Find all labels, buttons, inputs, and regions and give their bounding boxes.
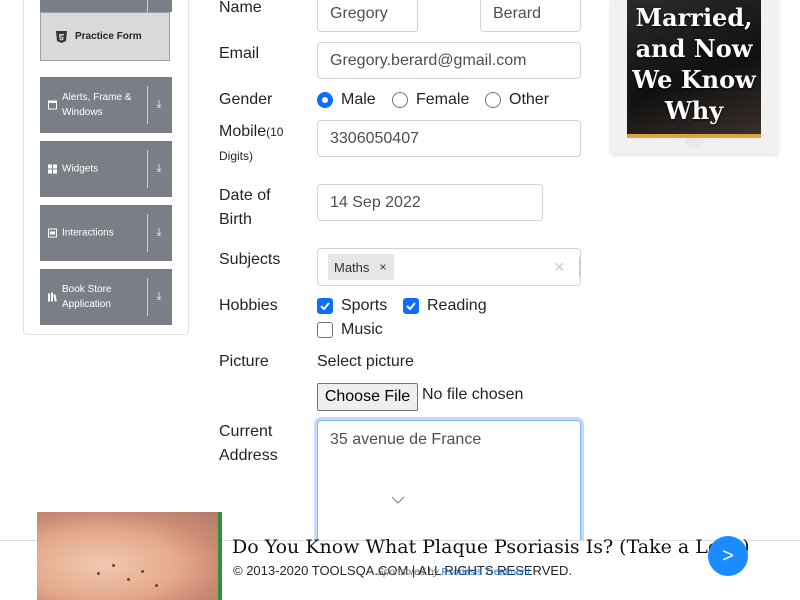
sidebar-group-label: Alerts, Frame & Windows (62, 92, 132, 118)
subject-chip-label: Maths (334, 259, 370, 275)
spot (141, 570, 144, 573)
divider (147, 86, 148, 124)
checkbox-label: Music (341, 321, 383, 338)
sidebar-group-label: Interactions (62, 227, 114, 239)
sidebar-group-alerts[interactable]: Alerts, Frame & Windows ⤓ (40, 77, 172, 133)
sidebar-group-book-store[interactable]: Book Store Application ⤓ (40, 269, 172, 325)
gender-female-option[interactable]: Female (392, 88, 469, 112)
bottom-ad-headline[interactable]: Do You Know What Plaque Psoriasis Is? (T… (232, 536, 750, 558)
select-picture-label: Select picture (317, 353, 414, 370)
divider (147, 214, 148, 252)
email-input[interactable]: Gregory.berard@gmail.com (317, 42, 581, 79)
sidebar-group-label: Widgets (62, 163, 99, 175)
ad-photo (37, 512, 222, 600)
spot (155, 584, 158, 587)
spot (112, 564, 115, 567)
books-icon (48, 292, 57, 302)
first-name-input[interactable]: Gregory (317, 0, 418, 32)
sidebar-group-label: Book Store Application (62, 284, 112, 310)
subjects-label: Subjects (219, 251, 281, 268)
picture-label: Picture (219, 353, 269, 370)
checkbox-label: Reading (427, 297, 487, 314)
page: Practice Form Alerts, Frame & Windows ⤓ … (0, 0, 800, 600)
sidebar-group-widgets[interactable]: Widgets ⤓ (40, 141, 172, 197)
checkbox-label: Sports (341, 297, 388, 314)
divider (218, 512, 222, 600)
last-name-input[interactable]: Berard (480, 0, 581, 32)
divider (579, 257, 580, 277)
checkbox-reading[interactable] (403, 298, 419, 314)
checkbox-music[interactable] (317, 322, 333, 338)
sidebar-item-practice-form[interactable]: Practice Form (40, 12, 170, 61)
ad-headline: Married, and Now We Know Why (632, 3, 756, 125)
window-icon (48, 100, 57, 110)
grid-icon (48, 164, 57, 174)
address-label: Current Address (219, 423, 278, 464)
gender-label: Gender (219, 91, 273, 108)
download-arrow-icon[interactable]: ⤓ (152, 291, 166, 304)
checkbox-sports[interactable] (317, 298, 333, 314)
bottom-ad-image[interactable] (37, 512, 222, 600)
divider (147, 150, 148, 188)
sidebar-item-label: Practice Form (75, 31, 142, 42)
download-arrow-icon[interactable]: ⤓ (152, 227, 166, 240)
subjects-input[interactable]: Maths × × (317, 248, 581, 286)
mobile-label: Mobile(10 Digits) (219, 120, 309, 168)
hobby-sports-option[interactable]: Sports (317, 294, 387, 318)
radio-male[interactable] (317, 92, 333, 108)
radio-label: Male (341, 91, 376, 108)
mobile-input[interactable]: 3306050407 (317, 120, 581, 157)
radio-label: Other (509, 91, 550, 108)
sidebar-group-interactions[interactable]: Interactions ⤓ (40, 205, 172, 261)
gender-other-option[interactable]: Other (485, 88, 549, 112)
sponsored-line[interactable]: Sponsored by Psoriasis Treatment (377, 567, 530, 578)
hobby-reading-option[interactable]: Reading (403, 294, 487, 318)
hobby-music-option[interactable]: Music (317, 318, 383, 342)
sponsored-prefix: Sponsored by (377, 567, 439, 578)
gender-male-option[interactable]: Male (317, 88, 376, 112)
sponsor-link[interactable]: Psoriasis Treatment (442, 567, 530, 578)
clear-icon[interactable]: × (554, 257, 565, 278)
name-label: Name (219, 0, 262, 16)
hobbies-label: Hobbies (219, 297, 278, 314)
square-icon (48, 228, 57, 238)
download-arrow-icon[interactable]: ⤓ (152, 163, 166, 176)
spot (127, 578, 130, 581)
dob-label: Date of Birth (219, 187, 271, 228)
html5-icon (55, 30, 67, 43)
radio-other[interactable] (485, 92, 501, 108)
radio-label: Female (416, 91, 470, 108)
download-arrow-icon[interactable]: ⤓ (152, 99, 166, 112)
ad-next-button[interactable]: > (708, 536, 748, 576)
subject-chip: Maths × (328, 254, 395, 280)
email-label: Email (219, 45, 260, 62)
sidebar-group-forms-tail[interactable] (40, 0, 172, 12)
spot (97, 572, 100, 575)
dob-input[interactable]: 14 Sep 2022 (317, 184, 543, 221)
chip-remove-icon[interactable]: × (375, 260, 394, 274)
side-ad[interactable]: Married, and Now We Know Why (611, 0, 778, 154)
file-status: No file chosen (422, 386, 524, 403)
choose-file-button[interactable]: Choose File (317, 383, 418, 411)
radio-female[interactable] (392, 92, 408, 108)
divider (147, 278, 148, 316)
mobile-label-text: Mobile (219, 123, 267, 140)
divider (147, 0, 148, 12)
chevron-down-icon[interactable] (390, 495, 406, 505)
